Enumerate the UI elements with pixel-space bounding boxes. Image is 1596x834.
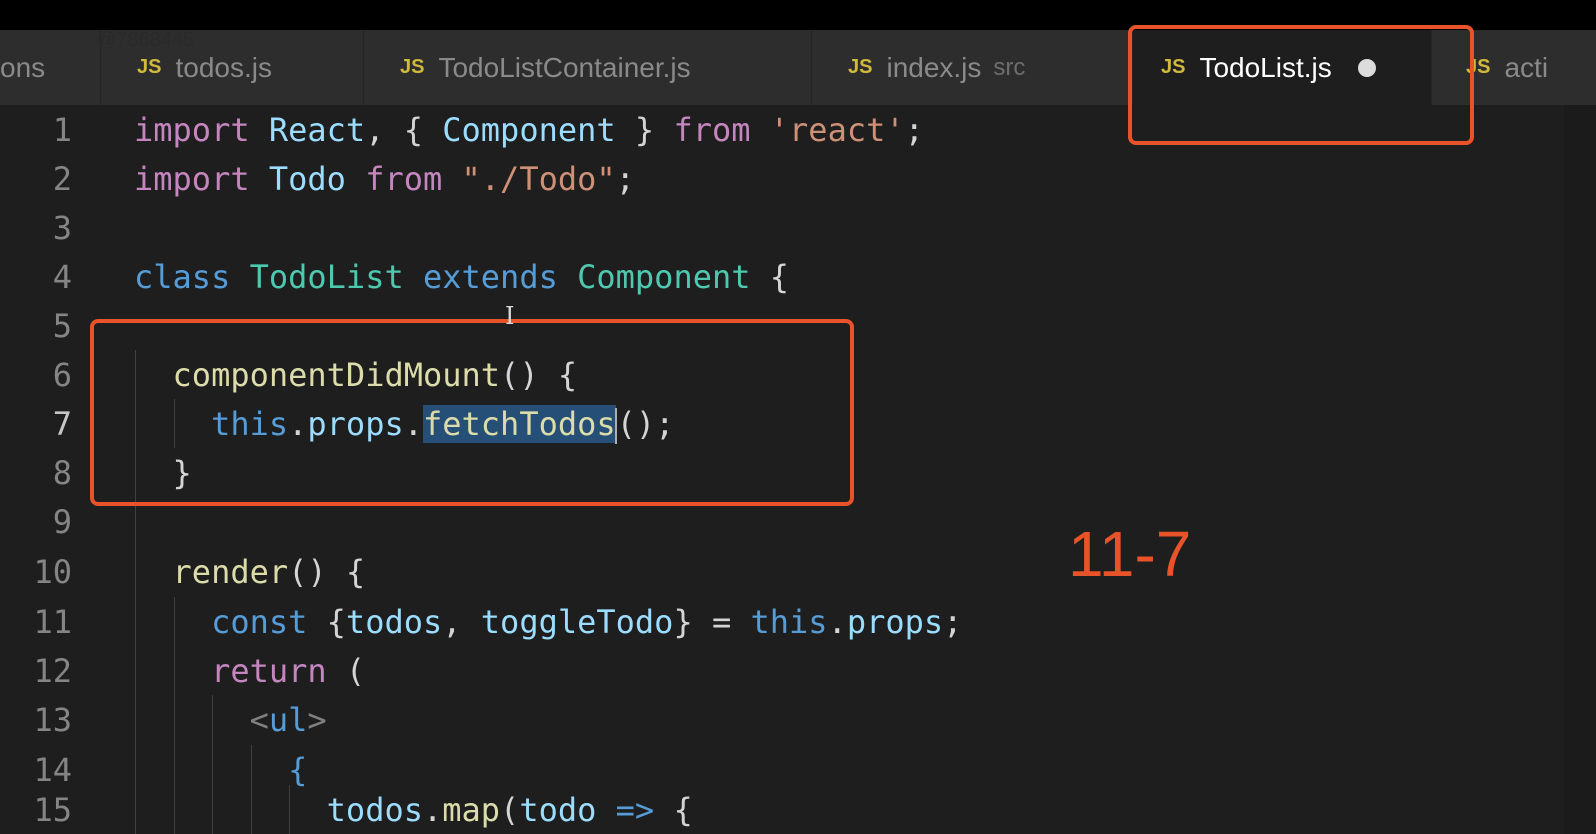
code-token: const: [211, 603, 308, 641]
code-token: , {: [365, 111, 443, 149]
watermark: @7868445: [96, 29, 195, 51]
js-file-icon: JS: [400, 56, 425, 78]
js-file-icon: JS: [137, 56, 162, 78]
code-token: toggleTodo: [480, 603, 674, 641]
code-token: "./Todo": [461, 160, 616, 198]
editor-screen: ons JS todos.js JS TodoListContainer.js JS ind…: [0, 0, 1596, 834]
code-token: this: [750, 603, 828, 641]
code-line[interactable]: class TodoList extends Component {: [134, 252, 789, 302]
code-token: Todo: [268, 160, 346, 198]
code-token: Component: [442, 111, 616, 149]
line-number: 5: [52, 307, 72, 345]
code-token: () {: [288, 553, 366, 591]
code-token: from: [673, 111, 751, 149]
line-number: 8: [52, 454, 72, 492]
tab-label: todos.js: [175, 51, 272, 83]
tab-todolistcontainer-js[interactable]: JS TodoListContainer.js: [364, 30, 811, 105]
code-line[interactable]: render() {: [134, 547, 366, 597]
code-token: todos: [326, 791, 423, 829]
code-token: from: [365, 160, 443, 198]
line-number: 1: [52, 111, 72, 149]
tab-label: index.js: [886, 51, 982, 83]
annotation-label: 11-7: [1068, 518, 1192, 590]
tab-label: ons: [0, 51, 46, 83]
code-token: ul: [268, 701, 308, 739]
code-token: (: [326, 652, 366, 690]
code-token: extends: [422, 258, 558, 296]
code-token: {: [307, 603, 346, 641]
line-number: 6: [52, 356, 72, 394]
code-line[interactable]: import React, { Component } from 'react'…: [134, 105, 924, 155]
mouse-ibeam-cursor: I: [505, 302, 515, 330]
line-number: 15: [33, 791, 72, 829]
active-tab-highlight-box: [1128, 25, 1474, 145]
code-token: ;: [904, 111, 924, 149]
code-token: .: [422, 791, 443, 829]
partial-left-tab[interactable]: ons: [0, 30, 100, 105]
code-token: props: [846, 603, 944, 641]
code-token: } =: [673, 603, 751, 641]
minimap-edge: [1564, 105, 1596, 834]
line-number: 10: [33, 553, 72, 591]
line-number: 7: [52, 405, 72, 443]
code-token: render: [172, 553, 289, 591]
line-number: 13: [33, 701, 72, 739]
code-token: .: [827, 603, 847, 641]
code-line[interactable]: import Todo from "./Todo";: [134, 154, 635, 204]
code-token: <: [249, 701, 269, 739]
line-number: 12: [33, 652, 72, 690]
code-token: {: [750, 258, 790, 296]
code-token: ;: [943, 603, 963, 641]
code-line[interactable]: <ul>: [134, 695, 327, 745]
line-number: 3: [52, 209, 72, 247]
code-token: class: [134, 258, 231, 296]
code-token: {: [654, 791, 693, 829]
line-number: 4: [52, 258, 72, 296]
tab-description: src: [993, 53, 1026, 81]
code-block-highlight-box: [90, 319, 854, 506]
code-token: {: [288, 751, 308, 789]
code-token: todo: [519, 791, 597, 829]
code-token: todos: [345, 603, 443, 641]
code-token: ,: [442, 603, 481, 641]
code-token: React: [268, 111, 366, 149]
code-token: import: [134, 160, 250, 198]
line-number: 2: [52, 160, 72, 198]
code-token: ;: [615, 160, 635, 198]
code-token: import: [134, 111, 250, 149]
tab-index-js[interactable]: JS index.js src: [812, 30, 1132, 105]
code-token: TodoList: [249, 258, 404, 296]
code-token: Component: [577, 258, 751, 296]
code-token: (: [500, 791, 520, 829]
code-line[interactable]: todos.map(todo => {: [134, 785, 693, 834]
tab-label: acti: [1504, 51, 1549, 83]
js-file-icon: JS: [848, 56, 873, 78]
tab-label: TodoListContainer.js: [438, 51, 691, 83]
code-line[interactable]: return (: [134, 646, 365, 696]
line-number: 9: [52, 503, 72, 541]
code-token: 'react': [769, 111, 905, 149]
code-line[interactable]: const {todos, toggleTodo} = this.props;: [134, 597, 962, 647]
code-token: }: [615, 111, 674, 149]
code-token: =>: [615, 791, 655, 829]
line-number: 11: [33, 603, 72, 641]
code-token: return: [211, 652, 327, 690]
code-token: >: [307, 701, 327, 739]
code-token: map: [442, 791, 501, 829]
